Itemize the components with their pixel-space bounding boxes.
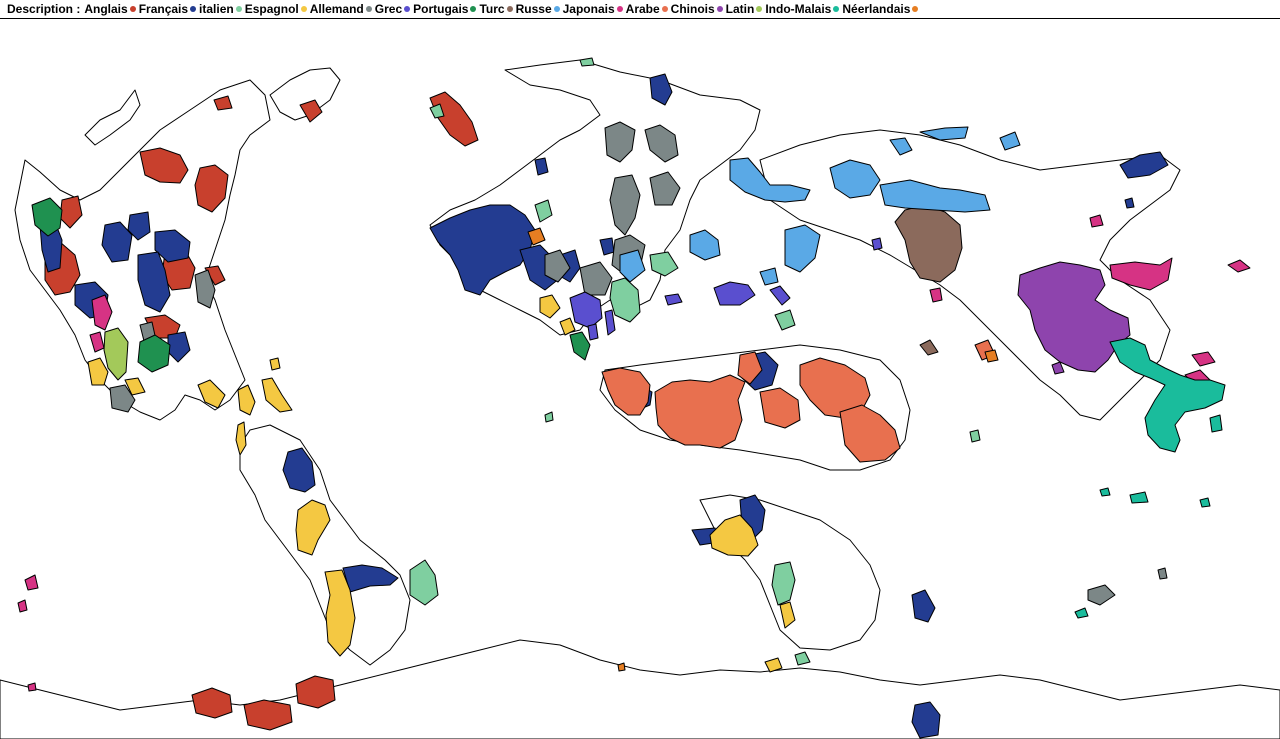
legend-swatch — [912, 6, 919, 12]
region-japonais[interactable] — [24, 574, 39, 591]
legend-swatch — [661, 6, 668, 12]
legend-item-portugais[interactable]: Portugais — [413, 2, 477, 16]
legend-swatch — [190, 6, 197, 12]
region-japonais[interactable] — [17, 599, 28, 613]
legend-label: Indo-Malais — [765, 2, 832, 16]
legend-title: Description : — [7, 2, 81, 16]
legend-item-russe[interactable]: Russe — [516, 2, 560, 16]
region-italien[interactable] — [969, 429, 981, 443]
legend-label: Anglais — [84, 2, 128, 16]
region-neerlandais[interactable] — [984, 349, 999, 363]
region-francais[interactable] — [911, 589, 936, 623]
legend-label: Allemand — [309, 2, 364, 16]
region-turc[interactable] — [919, 339, 939, 356]
region-japonais[interactable] — [27, 682, 37, 692]
legend-label: Chinois — [670, 2, 715, 16]
region-indo-malais[interactable] — [1209, 414, 1223, 433]
landmass-west-north — [84, 89, 141, 146]
region-espagnol[interactable] — [237, 384, 256, 416]
legend-item-chinois[interactable]: Chinois — [671, 2, 723, 16]
region-japonais[interactable] — [929, 287, 943, 303]
region-neerlandais[interactable] — [617, 662, 626, 672]
legend-item-arabe[interactable]: Arabe — [626, 2, 668, 16]
legend-item-japonais[interactable]: Japonais — [563, 2, 623, 16]
legend-item-neerlandais[interactable]: Néerlandais — [842, 2, 919, 16]
region-italien[interactable] — [409, 559, 439, 606]
legend-item-francais[interactable]: Français — [138, 2, 197, 16]
legend-item-indo-malais[interactable]: Indo-Malais — [765, 2, 840, 16]
legend-swatch — [300, 6, 307, 12]
legend-label: Espagnol — [244, 2, 299, 16]
legend-swatch — [365, 6, 372, 12]
legend-label: Grec — [374, 2, 403, 16]
legend-item-grec[interactable]: Grec — [374, 2, 411, 16]
legend-label: Français — [138, 2, 189, 16]
landmass-southwest — [239, 424, 411, 666]
legend-bar: Description : Anglais Français italien E… — [0, 0, 1280, 19]
legend-swatch — [506, 6, 513, 12]
region-grec[interactable] — [664, 293, 683, 306]
legend-label: Japonais — [562, 2, 615, 16]
region-indo-malais[interactable] — [1099, 487, 1111, 497]
legend-item-latin[interactable]: Latin — [726, 2, 763, 16]
region-russe[interactable] — [759, 267, 779, 286]
legend-item-espagnol[interactable]: Espagnol — [245, 2, 307, 16]
region-russe[interactable] — [689, 229, 721, 261]
region-italien[interactable] — [794, 651, 811, 666]
region-grec[interactable] — [587, 323, 599, 341]
region-allemand[interactable] — [1087, 584, 1116, 606]
legend-label: Arabe — [625, 2, 660, 16]
world-map[interactable] — [0, 20, 1280, 739]
legend-label: italien — [199, 2, 234, 16]
region-italien[interactable] — [774, 309, 796, 331]
legend-label: Néerlandais — [842, 2, 911, 16]
legend-item-anglais[interactable]: Anglais — [84, 2, 136, 16]
legend-label: Turc — [479, 2, 505, 16]
region-grec[interactable] — [769, 285, 791, 306]
region-anglais[interactable] — [429, 91, 479, 147]
legend-swatch — [616, 6, 623, 12]
legend-swatch — [235, 6, 242, 12]
region-japonais[interactable] — [1227, 259, 1251, 273]
region-indo-malais[interactable] — [1129, 491, 1149, 504]
legend-label: Russe — [515, 2, 552, 16]
region-anglais[interactable] — [295, 675, 336, 709]
region-espagnol[interactable] — [261, 377, 293, 413]
legend-item-allemand[interactable]: Allemand — [310, 2, 372, 16]
region-arabe[interactable] — [654, 374, 746, 449]
region-italien[interactable] — [544, 411, 554, 423]
region-italien[interactable] — [579, 57, 595, 67]
region-arabe[interactable] — [601, 367, 651, 416]
region-indo-malais[interactable] — [1074, 607, 1089, 619]
legend-swatch — [470, 6, 477, 12]
legend-item-turc[interactable]: Turc — [479, 2, 513, 16]
legend-swatch — [129, 6, 136, 12]
landmass-polar — [0, 639, 1280, 739]
region-russe[interactable] — [999, 131, 1021, 151]
region-grec[interactable] — [713, 281, 756, 306]
legend-label: Portugais — [413, 2, 469, 16]
legend-swatch — [553, 6, 560, 12]
region-espagnol[interactable] — [269, 357, 281, 371]
region-japonais[interactable] — [1191, 351, 1216, 367]
region-allemand[interactable] — [1157, 567, 1168, 580]
region-russe[interactable] — [784, 224, 821, 273]
region-francais[interactable] — [1124, 197, 1135, 209]
region-grec[interactable] — [871, 237, 883, 251]
region-grec[interactable] — [604, 309, 616, 336]
region-indo-malais[interactable] — [1199, 497, 1211, 508]
legend-swatch — [404, 6, 411, 12]
legend-swatch — [756, 6, 763, 12]
region-anglais[interactable] — [191, 687, 233, 719]
legend-swatch — [833, 6, 840, 12]
legend-swatch — [716, 6, 723, 12]
region-portugais[interactable] — [569, 331, 591, 361]
legend-label: Latin — [725, 2, 755, 16]
legend-item-italien[interactable]: italien — [199, 2, 242, 16]
